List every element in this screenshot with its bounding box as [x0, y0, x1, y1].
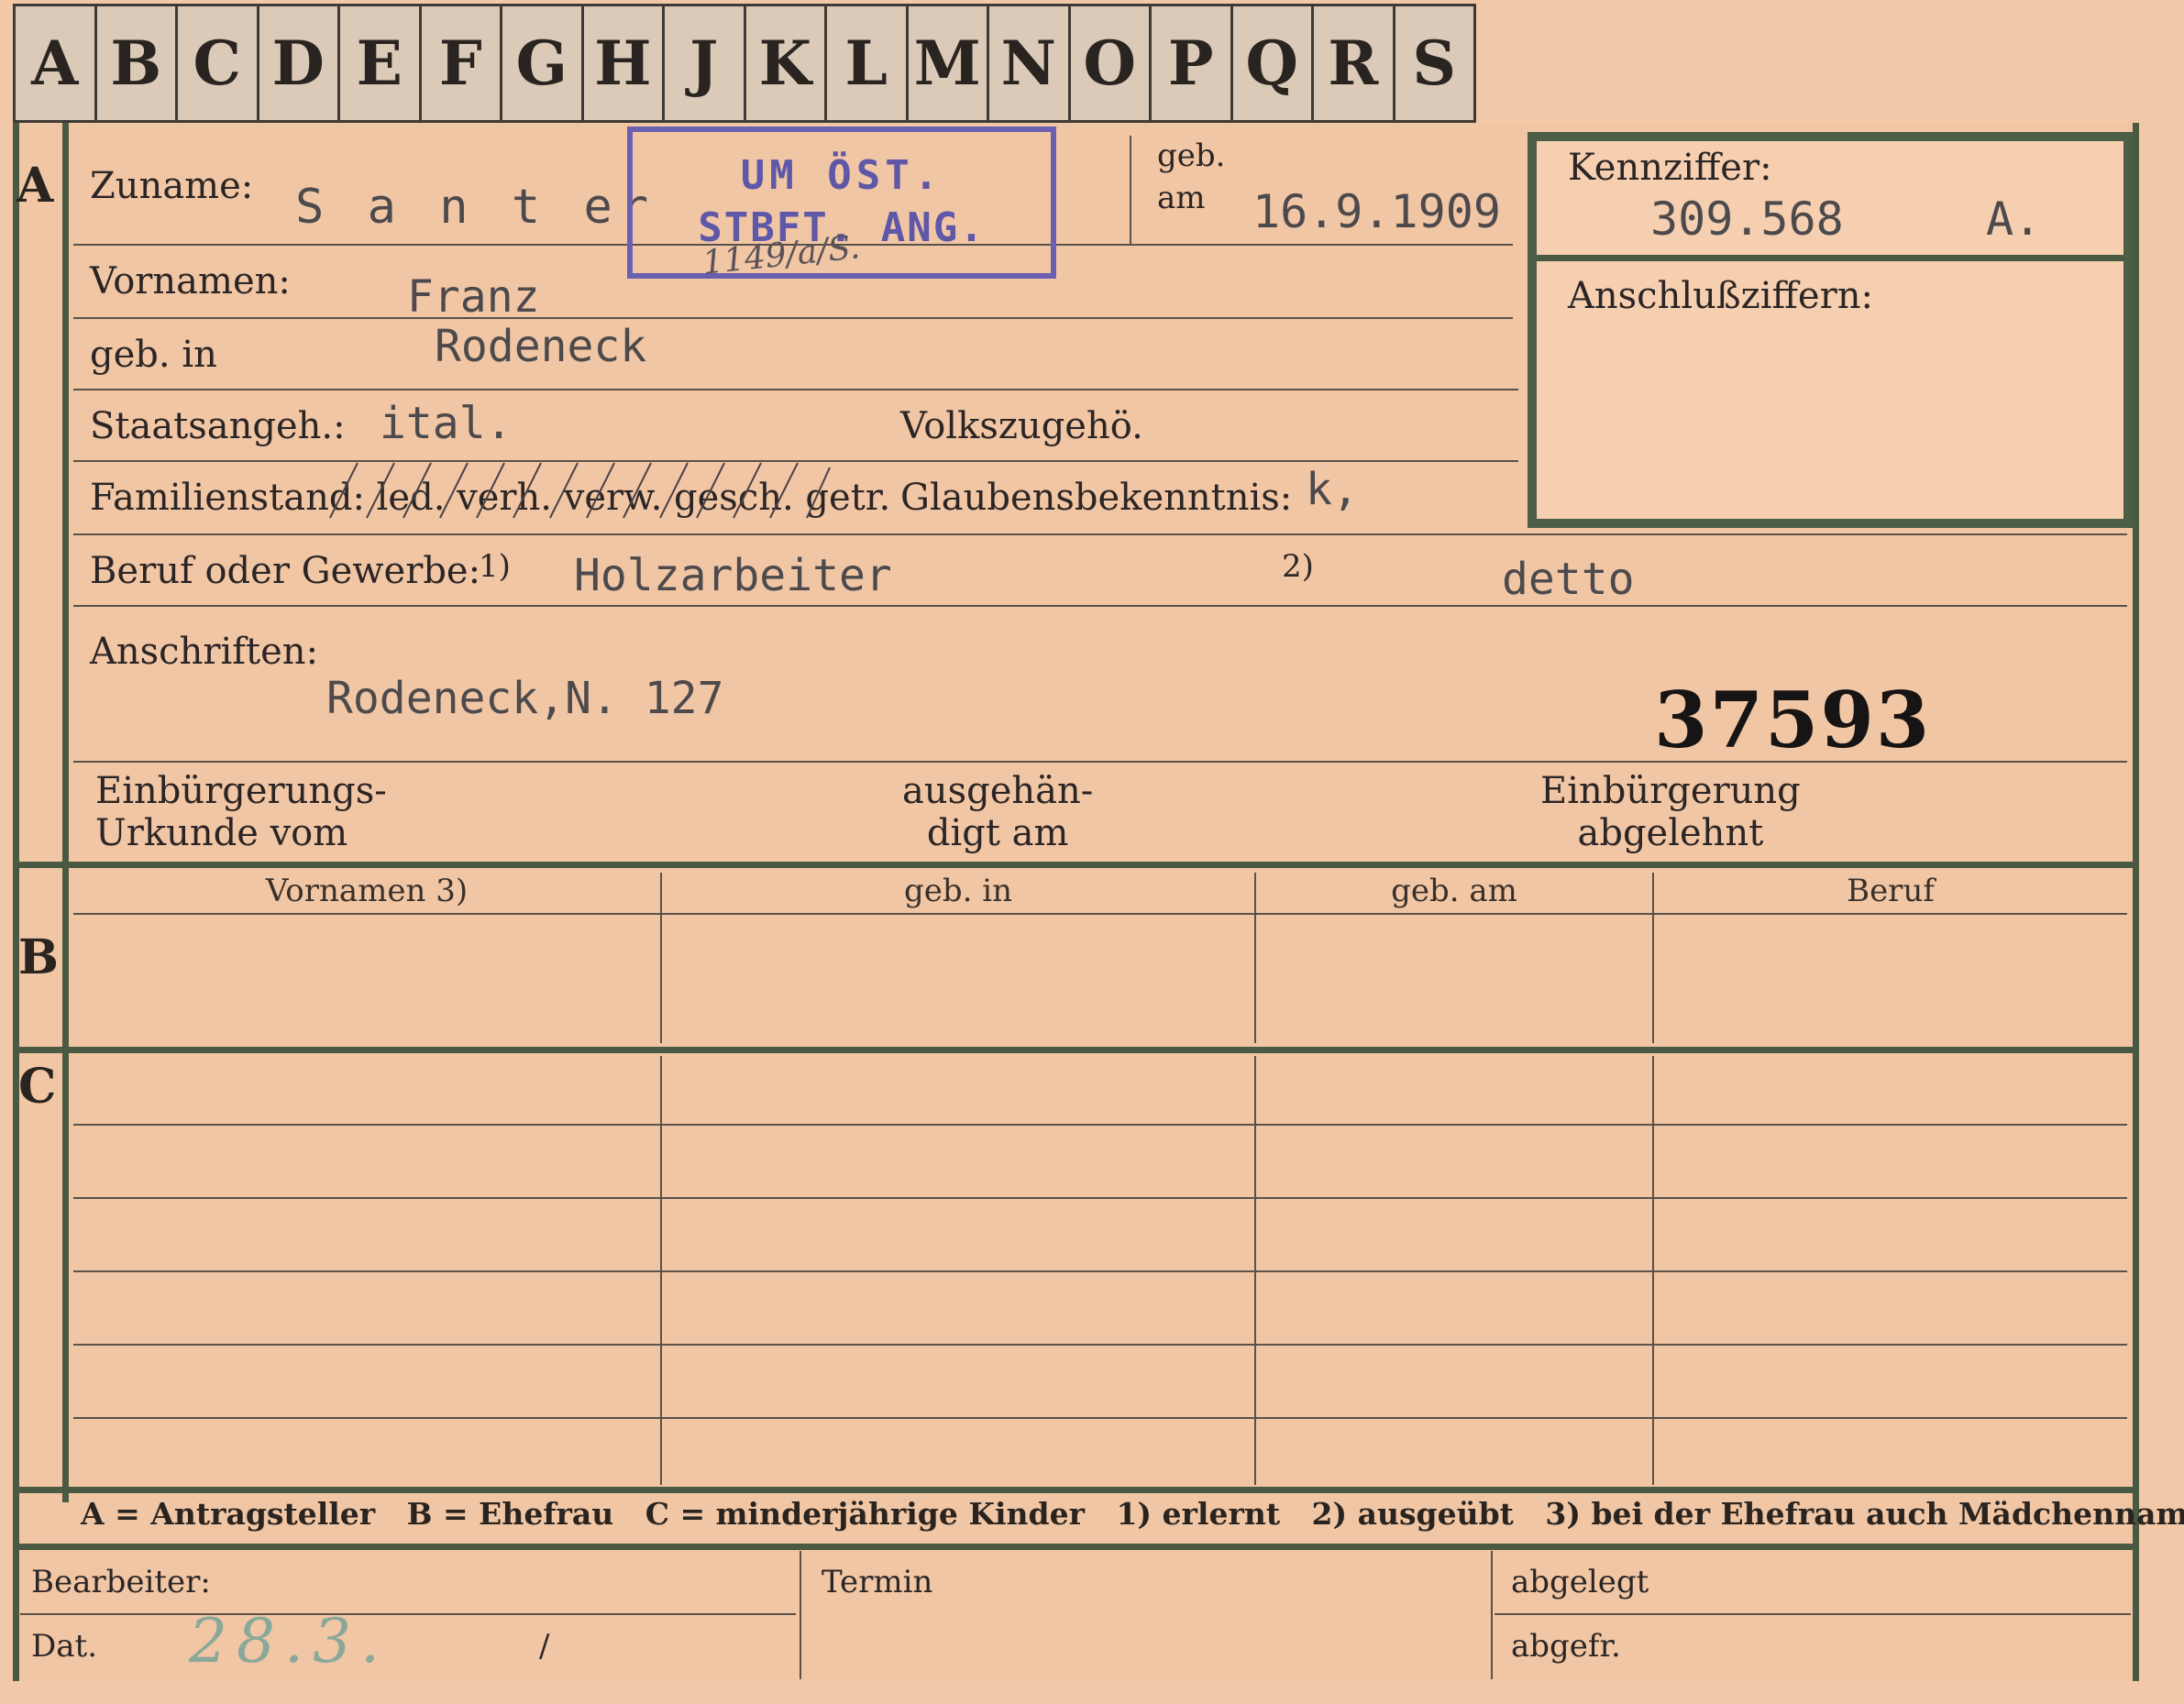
staatsangeh-label: Staatsangeh.:	[90, 405, 346, 447]
index-tab-l: L	[827, 6, 909, 120]
table-c-row-rule	[73, 1124, 2127, 1126]
table-c-row-rule	[73, 1344, 2127, 1346]
table-b-header-geb-am: geb. am	[1391, 873, 1517, 909]
section-b-letter: B	[18, 929, 59, 985]
abgelegt-label: abgelegt	[1511, 1564, 1649, 1600]
einbuergerungsurkunde-label-line-2: Urkunde vom	[95, 812, 348, 854]
beruf-footnote-1: 1)	[479, 548, 511, 585]
table-b-header-geb-in: geb. in	[903, 873, 1013, 909]
index-tab-g: G	[502, 6, 584, 120]
index-tab-k: K	[746, 6, 827, 120]
ausgehaendigt-label: ausgehän- digt am	[902, 770, 1093, 854]
vornamen-label: Vornamen:	[90, 260, 291, 302]
ausgehaendigt-label-line-1: ausgehän-	[902, 770, 1094, 812]
table-b-header-beruf: Beruf	[1847, 873, 1935, 909]
anschlussziffern-label: Anschlußziffern:	[1568, 275, 1873, 317]
kennziffer-box: Kennziffer: 309.568 A. Anschlußziffern:	[1528, 132, 2133, 528]
legend-bottom-rule	[13, 1544, 2138, 1550]
am-label: am	[1157, 180, 1206, 216]
section-column-border	[62, 123, 69, 1502]
volkszugehoerigkeit-label: Volkszugehö.	[900, 405, 1143, 447]
index-tab-r: R	[1314, 6, 1395, 120]
dat-label: Dat.	[31, 1628, 98, 1665]
beruf-footnote-2: 2)	[1282, 548, 1314, 585]
beruf-value-ausgeuebt: detto	[1502, 554, 1635, 605]
file-number-stamp: 37593	[1654, 675, 1932, 765]
zuname-label: Zuname:	[90, 165, 254, 207]
table-c-row-rule	[73, 1417, 2127, 1419]
einbuergerung-abgelehnt-label-line-2: abgelehnt	[1577, 812, 1764, 854]
einbuergerungsurkunde-label: Einbürgerungs- Urkunde vom	[95, 770, 387, 854]
index-tab-a: A	[16, 6, 97, 120]
index-tab-d: D	[259, 6, 340, 120]
card-left-border	[13, 123, 19, 1681]
index-tab-h: H	[584, 6, 665, 120]
einbuergerung-abgelehnt-label-line-1: Einbürgerung	[1540, 770, 1801, 812]
termin-label: Termin	[822, 1564, 933, 1600]
beruf-value-erlernt: Holzarbeiter	[574, 550, 892, 601]
staatsangeh-value: ital.	[380, 398, 513, 449]
vornamen-value: Franz	[407, 271, 540, 323]
legend-top-rule	[13, 1487, 2138, 1493]
index-tab-f: F	[422, 6, 502, 120]
dat-separator: /	[539, 1628, 550, 1665]
index-tab-n: N	[989, 6, 1071, 120]
index-tab-j: J	[665, 6, 746, 120]
glaubensbekenntnis-label: Glaubensbekenntnis:	[900, 477, 1293, 519]
anschriften-value: Rodeneck,N. 127	[326, 673, 724, 724]
section-c-separator	[13, 1047, 2138, 1053]
index-tab-q: Q	[1233, 6, 1314, 120]
table-c-row-rule	[73, 1197, 2127, 1199]
section-c-letter: C	[18, 1059, 57, 1115]
einbuergerung-abgelehnt-label: Einbürgerung abgelehnt	[1540, 770, 1801, 854]
ausgehaendigt-label-line-2: digt am	[926, 812, 1069, 854]
index-tab-b: B	[97, 6, 178, 120]
kennziffer-suffix: A.	[1986, 192, 2042, 246]
familienstand-strikethrough	[329, 462, 831, 519]
stamp-line-1: UM ÖST.	[740, 152, 943, 199]
table-c-row-rule	[73, 1270, 2127, 1272]
table-b-header-vornamen: Vornamen 3)	[265, 873, 469, 909]
abgefordert-label: abgefr.	[1511, 1628, 1621, 1665]
index-tab-e: E	[340, 6, 422, 120]
glaubensbekenntnis-value: k,	[1306, 464, 1359, 515]
geb-label: geb.	[1157, 137, 1226, 174]
geb-in-value: Rodeneck	[435, 321, 647, 372]
anschriften-label: Anschriften:	[90, 631, 319, 673]
index-tab-s: S	[1412, 27, 1457, 99]
index-tab-p: P	[1152, 6, 1233, 120]
index-tab-o: O	[1071, 6, 1152, 120]
kennziffer-label: Kennziffer:	[1568, 147, 1772, 189]
index-tab-m: M	[909, 6, 989, 120]
zuname-value: S a n t er	[295, 180, 656, 235]
beruf-label: Beruf oder Gewerbe:	[90, 550, 481, 592]
card-right-border	[2133, 123, 2139, 1681]
section-b-separator	[13, 862, 2138, 868]
legend-text: A = Antragsteller B = Ehefrau C = minder…	[81, 1496, 2184, 1532]
index-tab-c: C	[178, 6, 259, 120]
geb-am-value: 16.9.1909	[1252, 185, 1501, 238]
kennziffer-value: 309.568	[1650, 192, 1844, 246]
geb-in-label: geb. in	[90, 334, 217, 376]
section-a-letter: A	[17, 158, 54, 214]
dat-value: 28.3.	[189, 1606, 389, 1677]
index-tab-strip: ABCDEFGHJKLMNOPQRS	[13, 4, 1476, 123]
einbuergerungsurkunde-label-line-1: Einbürgerungs-	[95, 770, 387, 812]
bearbeiter-label: Bearbeiter:	[31, 1564, 211, 1600]
kennziffer-divider	[1537, 255, 2123, 261]
